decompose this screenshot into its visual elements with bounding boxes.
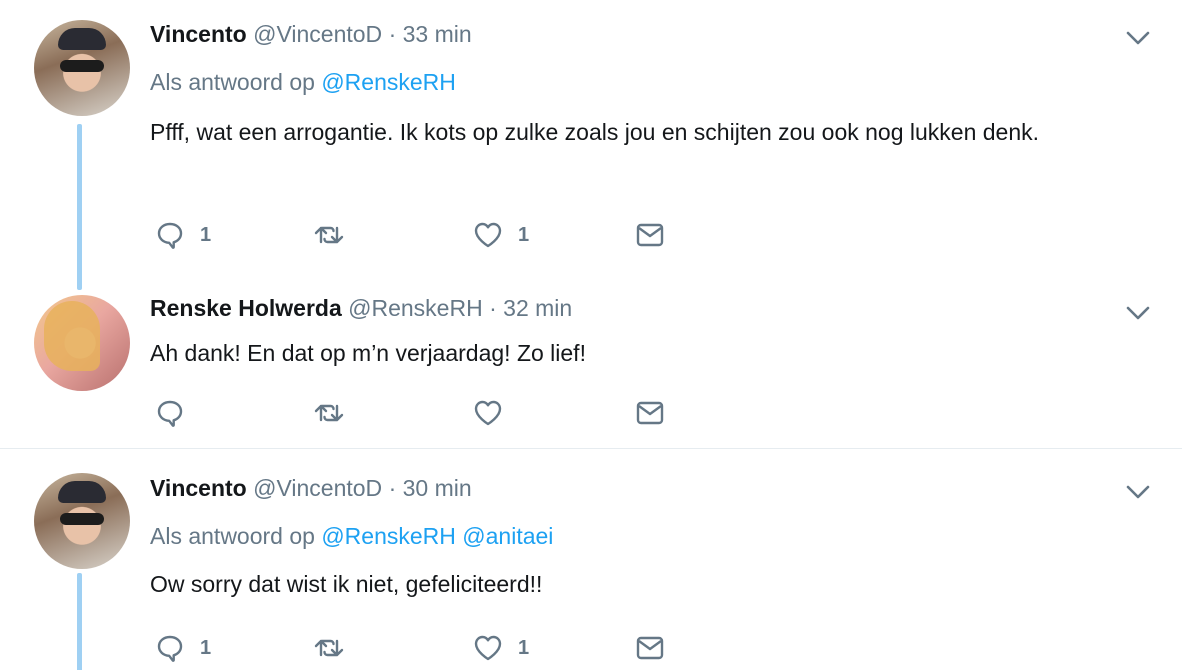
reply-context: Als antwoord op @RenskeRH @anitaei bbox=[150, 521, 553, 551]
tweet-timestamp[interactable]: 33 min bbox=[403, 21, 472, 47]
like-button[interactable] bbox=[472, 395, 518, 431]
reply-prefix: Als antwoord op bbox=[150, 69, 315, 95]
reply-icon bbox=[157, 400, 183, 427]
reply-button[interactable] bbox=[154, 395, 200, 431]
heart-icon bbox=[474, 222, 502, 248]
envelope-icon bbox=[636, 401, 664, 425]
chevron-down-icon[interactable] bbox=[1124, 28, 1152, 48]
avatar[interactable] bbox=[34, 295, 130, 391]
retweet-icon bbox=[314, 404, 344, 422]
thread-connector-line bbox=[77, 124, 82, 290]
user-handle[interactable]: @VincentoD bbox=[253, 475, 382, 501]
like-button[interactable]: 1 bbox=[472, 630, 529, 666]
direct-message-button[interactable] bbox=[634, 395, 666, 431]
retweet-icon bbox=[314, 639, 344, 657]
thread-connector-line bbox=[77, 573, 82, 670]
tweet-timeline: Vincento @VincentoD · 33 min Als antwoor… bbox=[0, 0, 1182, 670]
reply-icon bbox=[157, 222, 183, 249]
envelope-icon bbox=[636, 223, 664, 247]
heart-icon bbox=[474, 635, 502, 661]
header-separator: · bbox=[388, 21, 397, 47]
retweet-button[interactable] bbox=[313, 630, 359, 666]
heart-icon bbox=[474, 400, 502, 426]
chevron-down-icon[interactable] bbox=[1124, 482, 1152, 502]
tweet-text: Pfff, wat een arrogantie. Ik kots op zul… bbox=[150, 119, 1040, 145]
reply-context: Als antwoord op @RenskeRH bbox=[150, 67, 456, 97]
tweet-actions: 1 1 bbox=[150, 630, 710, 666]
header-separator: · bbox=[388, 475, 397, 501]
reply-count: 1 bbox=[200, 636, 212, 659]
retweet-icon bbox=[314, 226, 344, 244]
chevron-down-icon[interactable] bbox=[1124, 303, 1152, 323]
direct-message-button[interactable] bbox=[634, 217, 666, 253]
reply-button[interactable]: 1 bbox=[154, 630, 211, 666]
user-handle[interactable]: @VincentoD bbox=[253, 21, 382, 47]
tweet-timestamp[interactable]: 32 min bbox=[503, 295, 572, 321]
envelope-icon bbox=[636, 636, 664, 660]
tweet-timestamp[interactable]: 30 min bbox=[403, 475, 472, 501]
tweet-actions bbox=[150, 395, 710, 431]
user-handle[interactable]: @RenskeRH bbox=[348, 295, 483, 321]
reply-icon bbox=[157, 635, 183, 662]
mention-link[interactable]: @RenskeRH bbox=[321, 523, 456, 549]
like-count: 1 bbox=[518, 636, 530, 659]
tweet-header: Vincento @VincentoD · 33 min bbox=[150, 19, 472, 49]
tweet-text: Ow sorry dat wist ik niet, gefeliciteerd… bbox=[150, 571, 543, 597]
tweet[interactable]: Vincento @VincentoD · 33 min Als antwoor… bbox=[0, 0, 1182, 290]
tweet[interactable]: Vincento @VincentoD · 30 min Als antwoor… bbox=[0, 449, 1182, 670]
mention-link[interactable]: @RenskeRH bbox=[321, 69, 456, 95]
retweet-button[interactable] bbox=[313, 217, 359, 253]
user-name[interactable]: Renske Holwerda bbox=[150, 295, 342, 321]
like-button[interactable]: 1 bbox=[472, 217, 529, 253]
user-name[interactable]: Vincento bbox=[150, 475, 247, 501]
reply-button[interactable]: 1 bbox=[154, 217, 211, 253]
avatar[interactable] bbox=[34, 20, 130, 116]
reply-prefix: Als antwoord op bbox=[150, 523, 315, 549]
tweet-header: Vincento @VincentoD · 30 min bbox=[150, 473, 472, 503]
tweet[interactable]: Renske Holwerda @RenskeRH · 32 min Ah da… bbox=[0, 290, 1182, 448]
mention-link[interactable]: @anitaei bbox=[462, 523, 553, 549]
reply-count: 1 bbox=[200, 223, 212, 246]
like-count: 1 bbox=[518, 223, 530, 246]
retweet-button[interactable] bbox=[313, 395, 359, 431]
tweet-actions: 1 1 bbox=[150, 217, 710, 253]
header-separator: · bbox=[489, 295, 497, 321]
direct-message-button[interactable] bbox=[634, 630, 666, 666]
tweet-text: Ah dank! En dat op m’n verjaardag! Zo li… bbox=[150, 340, 586, 366]
user-name[interactable]: Vincento bbox=[150, 21, 247, 47]
avatar[interactable] bbox=[34, 473, 130, 569]
tweet-header: Renske Holwerda @RenskeRH · 32 min bbox=[150, 293, 572, 323]
